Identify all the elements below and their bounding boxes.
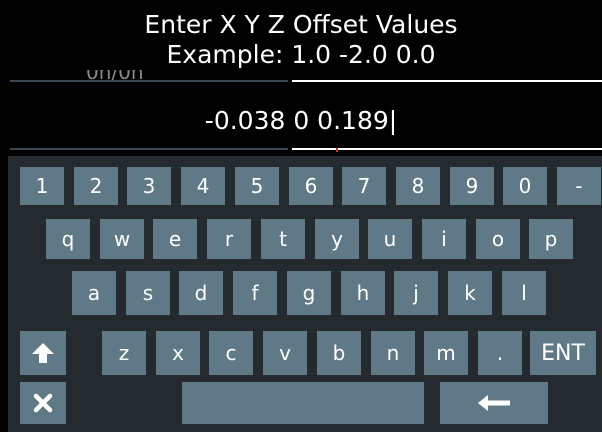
- key-d[interactable]: d: [179, 271, 223, 315]
- top-divider-left: [10, 80, 288, 82]
- key-x[interactable]: x: [156, 331, 200, 375]
- key-h[interactable]: h: [341, 271, 385, 315]
- key-i[interactable]: i: [422, 219, 466, 259]
- key-3[interactable]: 3: [127, 167, 171, 205]
- cursor-tick: [336, 148, 338, 152]
- key-b[interactable]: b: [317, 331, 361, 375]
- shift-button[interactable]: [20, 331, 66, 375]
- key-g[interactable]: g: [287, 271, 331, 315]
- key-a[interactable]: a: [72, 271, 116, 315]
- key-y[interactable]: y: [315, 219, 359, 259]
- key-2[interactable]: 2: [74, 167, 118, 205]
- bottom-divider-right: [292, 148, 602, 150]
- space-bar[interactable]: [182, 382, 424, 424]
- key-4[interactable]: 4: [181, 167, 225, 205]
- key-v[interactable]: v: [263, 331, 307, 375]
- key-8[interactable]: 8: [396, 167, 440, 205]
- key-c[interactable]: c: [209, 331, 253, 375]
- key-period[interactable]: .: [478, 331, 522, 375]
- key-1[interactable]: 1: [20, 167, 64, 205]
- cancel-button[interactable]: [20, 382, 66, 424]
- prompt-example: Example: 1.0 -2.0 0.0: [166, 40, 436, 69]
- key-r[interactable]: r: [207, 219, 251, 259]
- key-q[interactable]: q: [46, 219, 90, 259]
- left-arrow-icon: [478, 395, 510, 411]
- key-7[interactable]: 7: [342, 167, 386, 205]
- key-6[interactable]: 6: [289, 167, 333, 205]
- backspace-button[interactable]: [440, 382, 548, 424]
- offset-input-field[interactable]: -0.038 0 0.189|: [0, 106, 602, 136]
- up-arrow-icon: [32, 343, 54, 363]
- key-f[interactable]: f: [233, 271, 277, 315]
- key-s[interactable]: s: [126, 271, 170, 315]
- key-o[interactable]: o: [476, 219, 520, 259]
- key-n[interactable]: n: [371, 331, 415, 375]
- key-9[interactable]: 9: [450, 167, 494, 205]
- key-l[interactable]: l: [502, 271, 546, 315]
- key-w[interactable]: w: [100, 219, 144, 259]
- enter-button[interactable]: ENT: [530, 331, 596, 375]
- key-k[interactable]: k: [448, 271, 492, 315]
- key-j[interactable]: j: [394, 271, 438, 315]
- prompt-title: Enter X Y Z Offset Values: [144, 10, 458, 39]
- key-e[interactable]: e: [153, 219, 197, 259]
- top-divider-right: [292, 80, 602, 82]
- key-z[interactable]: z: [102, 331, 146, 375]
- key-m[interactable]: m: [424, 331, 468, 375]
- key-u[interactable]: u: [368, 219, 412, 259]
- key-p[interactable]: p: [529, 219, 573, 259]
- key-0[interactable]: 0: [503, 167, 547, 205]
- close-icon: [33, 393, 53, 413]
- key-minus[interactable]: -: [557, 167, 601, 205]
- key-t[interactable]: t: [261, 219, 305, 259]
- key-5[interactable]: 5: [235, 167, 279, 205]
- bottom-divider-left: [10, 148, 288, 150]
